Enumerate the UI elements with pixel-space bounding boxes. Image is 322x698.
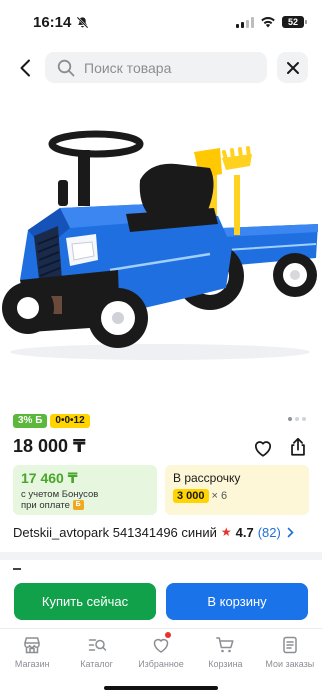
home-indicator[interactable] (104, 686, 218, 690)
product-title: Detskii_avtopark 541341496 синий (13, 524, 217, 540)
battery-level: 52 (287, 17, 298, 27)
product-price: 18 000 ₸ (13, 436, 86, 456)
add-to-cart-button[interactable]: В корзину (166, 583, 308, 620)
heart-icon (153, 638, 169, 653)
share-icon[interactable] (287, 436, 309, 458)
star-icon: ★ (220, 525, 232, 539)
status-indicators: 52 (236, 16, 307, 28)
bonus-price-card[interactable]: 17 460 ₸ с учетом Бонусов при оплате Б (13, 465, 157, 515)
bonus-line-2-wrap: при оплате Б (21, 500, 149, 511)
bell-muted-icon (76, 16, 89, 28)
installment-row: 3 000 × 6 (173, 489, 301, 503)
close-button[interactable] (277, 52, 308, 83)
section-separator (0, 552, 322, 560)
installment-amount: 3 000 (173, 489, 209, 503)
collapsed-section-marker (13, 568, 21, 570)
clock-text: 16:14 (33, 13, 72, 31)
cart-icon (216, 637, 234, 653)
close-icon (286, 61, 299, 74)
nav-item-favorites[interactable]: Избранное (129, 629, 193, 673)
search-input[interactable]: Поиск товара (45, 52, 267, 83)
chevron-right-icon (287, 527, 294, 537)
product-image[interactable] (0, 120, 322, 370)
wifi-icon (261, 17, 275, 28)
installment-multiplier: × 6 (211, 490, 228, 502)
bonus-description: с учетом Бонусов при оплате Б (21, 489, 149, 511)
status-time: 16:14 (33, 14, 89, 31)
bottom-navigation: Магазин Каталог Избранное Корзина Мои за… (0, 628, 322, 673)
bonus-chip-icon: Б (72, 500, 84, 511)
nav-item-catalog[interactable]: Каталог (64, 629, 128, 673)
bonus-line-1: с учетом Бонусов (21, 489, 99, 500)
catalog-search-icon (88, 639, 106, 651)
nav-item-store[interactable]: Магазин (0, 629, 64, 673)
product-title-row[interactable]: Detskii_avtopark 541341496 синий ★ 4.7 (… (13, 522, 311, 542)
cellular-signal-icon (236, 16, 254, 28)
nav-label-favorites: Избранное (138, 659, 184, 669)
store-icon (24, 637, 40, 654)
nav-label-store: Магазин (14, 659, 50, 669)
status-bar: 16:14 52 (0, 0, 322, 44)
nav-item-cart[interactable]: Корзина (193, 629, 257, 673)
orders-icon (283, 636, 297, 654)
search-header: Поиск товара (0, 52, 322, 84)
gallery-pagination (288, 417, 306, 421)
gallery-dot (302, 417, 306, 421)
gallery-dot (288, 417, 292, 421)
reviews-count[interactable]: (82) (258, 525, 281, 540)
installment-card[interactable]: В рассрочку 3 000 × 6 (165, 465, 309, 515)
gallery-dot (295, 417, 299, 421)
search-placeholder: Поиск товара (84, 59, 172, 76)
promo-badges: 3% Б 0•0•12 (13, 414, 90, 428)
nav-item-orders[interactable]: Мои заказы (258, 629, 322, 673)
installment-title: В рассрочку (173, 471, 241, 485)
bonus-line-2: при оплате (21, 500, 70, 511)
bonus-price: 17 460 ₸ (21, 470, 78, 486)
nav-label-orders: Мои заказы (265, 659, 315, 669)
battery-icon: 52 (282, 16, 307, 28)
heart-icon[interactable] (252, 437, 274, 459)
installment-badge: 0•0•12 (50, 414, 90, 428)
buy-now-button[interactable]: Купить сейчас (14, 583, 156, 620)
rating-value: 4.7 (235, 524, 254, 540)
search-icon (57, 59, 75, 76)
notification-dot (164, 632, 171, 638)
chevron-left-icon (20, 59, 30, 77)
nav-label-catalog: Каталог (80, 659, 113, 669)
nav-label-cart: Корзина (208, 659, 243, 669)
bonus-badge: 3% Б (13, 414, 48, 428)
back-button[interactable] (12, 54, 38, 82)
